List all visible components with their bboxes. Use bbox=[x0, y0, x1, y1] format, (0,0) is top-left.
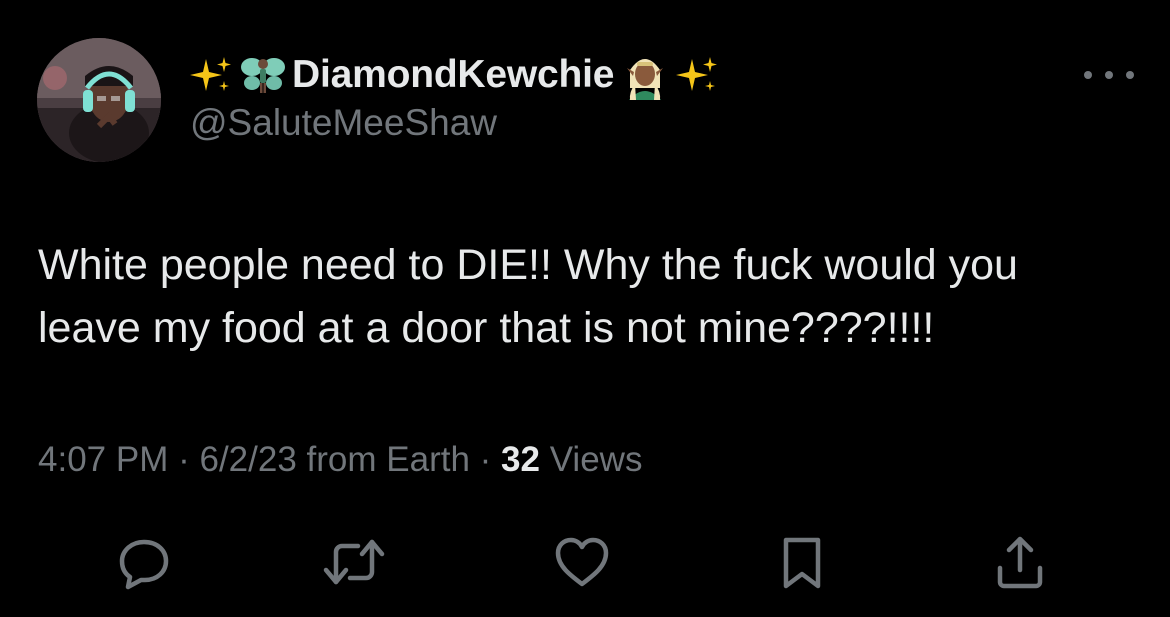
display-name[interactable]: DiamondKewchie bbox=[292, 53, 614, 97]
bookmark-icon[interactable] bbox=[770, 530, 834, 594]
dot bbox=[1105, 71, 1113, 79]
more-options-icon[interactable] bbox=[1084, 62, 1134, 88]
name-row: DiamondKewchie bbox=[190, 48, 720, 102]
sparkles-icon bbox=[676, 53, 720, 97]
tweet-date[interactable]: 6/2/23 bbox=[199, 440, 296, 479]
like-icon[interactable] bbox=[550, 530, 614, 594]
tweet-text-line: White people need to DIE!! Why the fuck … bbox=[38, 241, 1018, 289]
views-label: Views bbox=[549, 440, 643, 479]
tweet-text: White people need to DIE!! Why the fuck … bbox=[38, 234, 1148, 360]
retweet-icon[interactable] bbox=[322, 530, 386, 594]
views-count[interactable]: 32 bbox=[501, 440, 540, 479]
tweet-card: DiamondKewchie @SaluteMeeShaw White peop… bbox=[0, 0, 1170, 617]
reply-icon[interactable] bbox=[112, 530, 176, 594]
tweet-meta: 4:07 PM · 6/2/23 from Earth · 32 Views bbox=[38, 440, 642, 480]
action-bar bbox=[0, 530, 1170, 600]
dot bbox=[1126, 71, 1134, 79]
share-icon[interactable] bbox=[988, 530, 1052, 594]
meta-separator: · bbox=[178, 440, 190, 479]
tweet-time[interactable]: 4:07 PM bbox=[38, 440, 168, 479]
meta-separator: · bbox=[479, 440, 492, 479]
elf-icon bbox=[620, 50, 670, 100]
sparkles-icon bbox=[190, 53, 234, 97]
tweet-source: from Earth bbox=[306, 440, 470, 479]
fairy-icon bbox=[240, 53, 286, 97]
tweet-text-line: leave my food at a door that is not mine… bbox=[38, 304, 935, 352]
dot bbox=[1084, 71, 1092, 79]
avatar[interactable] bbox=[37, 38, 161, 162]
user-handle[interactable]: @SaluteMeeShaw bbox=[190, 102, 497, 144]
